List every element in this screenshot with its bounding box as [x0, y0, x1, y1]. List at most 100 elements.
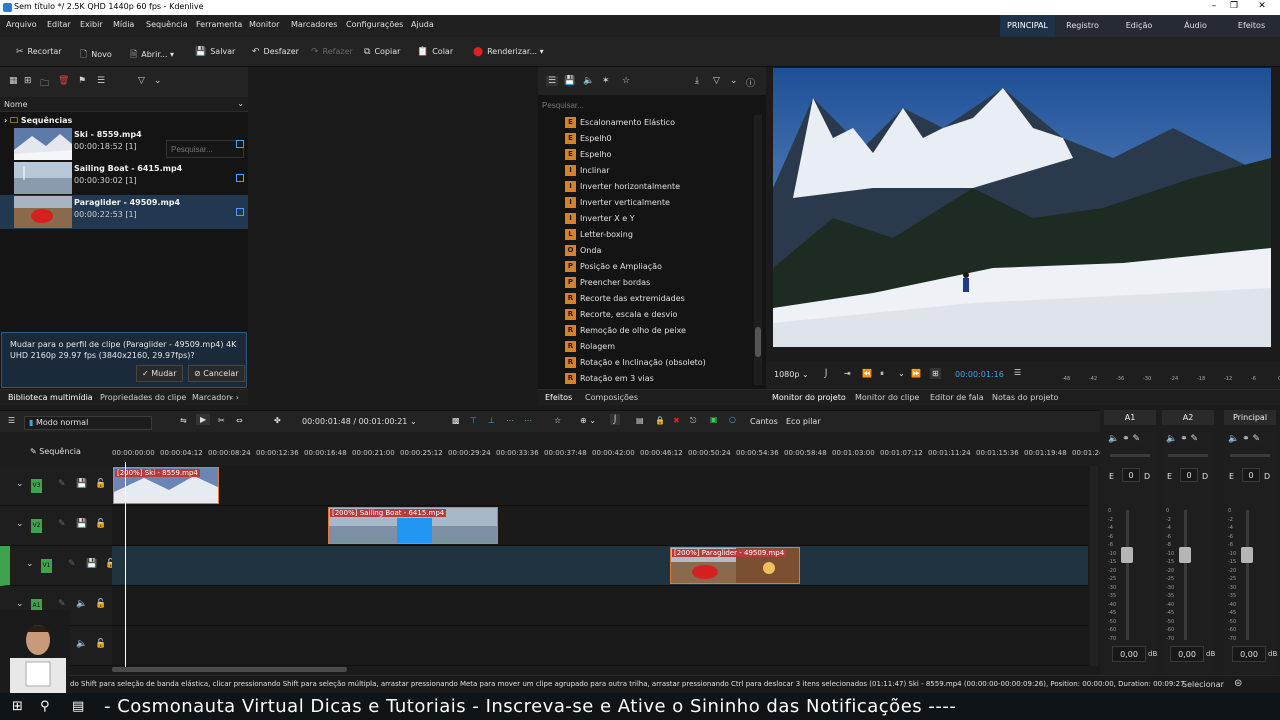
- tag-icon[interactable]: ⚑: [78, 76, 86, 86]
- effect-item[interactable]: R Rotação em 3 vias: [562, 371, 748, 387]
- track-name[interactable]: V2: [31, 519, 42, 533]
- menu-markers[interactable]: Marcadores: [291, 20, 337, 29]
- add-clip-icon[interactable]: ⊞: [24, 76, 32, 86]
- mixer-tools-icon[interactable]: 🔈 ⚭ ✎: [1108, 434, 1140, 444]
- track-lane-v3[interactable]: [112, 466, 1088, 506]
- cancel-profile-button[interactable]: ⊘ Cancelar: [188, 365, 245, 382]
- chevron-down-icon[interactable]: ⌄: [26, 559, 34, 569]
- track-header-v2[interactable]: ⌄ V2 ✎ 💾 🔓: [0, 506, 112, 546]
- speaker-icon[interactable]: 🔈: [76, 599, 87, 609]
- effect-item[interactable]: I Inverter X e Y: [562, 211, 748, 227]
- track-lane-v1[interactable]: [112, 546, 1088, 586]
- volume-fader-knob[interactable]: [1121, 547, 1133, 563]
- monitor-video-frame[interactable]: [773, 68, 1271, 347]
- close-icon[interactable]: ✕: [1252, 1, 1272, 11]
- effects-pen-icon[interactable]: ✎: [58, 519, 66, 529]
- delete-icon[interactable]: 🗑: [58, 76, 69, 86]
- chevron-down-icon[interactable]: ⌄: [16, 479, 24, 489]
- snap-icon[interactable]: ⊕ ⌄: [580, 416, 596, 425]
- timeline-ruler[interactable]: ✎ Sequência 00:00:00:00 00:00:04:12 00:00:…: [0, 442, 1110, 466]
- chevron-down-icon[interactable]: ⌄: [237, 99, 244, 108]
- razor-tool-icon[interactable]: ✂: [218, 416, 225, 425]
- layout-logging[interactable]: Registro: [1055, 15, 1110, 37]
- volume-fader-knob[interactable]: [1179, 547, 1191, 563]
- menu-file[interactable]: Arquivo: [6, 20, 37, 29]
- chevron-down-icon[interactable]: ⌄: [16, 519, 24, 529]
- save-button[interactable]: 💾 Salvar: [195, 47, 235, 57]
- effect-item[interactable]: E Escalonamento Elástico: [562, 115, 748, 131]
- timeline-scrollbar[interactable]: [112, 667, 347, 672]
- undo-button[interactable]: ↶ Desfazer: [252, 47, 299, 57]
- accept-profile-button[interactable]: ✓ Mudar: [136, 365, 183, 382]
- chevron-down-icon[interactable]: ⌄: [730, 76, 738, 86]
- subtitle-icon[interactable]: ▤: [636, 416, 644, 425]
- bin-menu-icon[interactable]: ▦: [9, 76, 18, 86]
- favorite-star-icon[interactable]: ☆: [554, 416, 561, 425]
- timeline-clip[interactable]: [200%] Paraglider - 49509.mp4: [670, 547, 800, 584]
- volume-fader-track[interactable]: [1126, 510, 1129, 640]
- mixer-icon[interactable]: ⌡: [610, 414, 621, 425]
- mixer-tools-icon[interactable]: 🔈 ⚭ ✎: [1228, 434, 1260, 444]
- edit-mode-select[interactable]: ▮ Modo normal: [24, 416, 152, 430]
- sequence-tab[interactable]: ✎ Sequência: [30, 447, 81, 456]
- gain-field[interactable]: 0: [1180, 468, 1198, 482]
- track-name[interactable]: V3: [31, 479, 42, 493]
- effect-item[interactable]: P Posição e Ampliação: [562, 259, 748, 275]
- append-icon[interactable]: ⋯: [524, 416, 532, 425]
- maximize-icon[interactable]: ❐: [1224, 1, 1244, 11]
- gain-field[interactable]: 0: [1242, 468, 1260, 482]
- volume-value[interactable]: 0,00: [1112, 646, 1146, 662]
- film-icon[interactable]: 💾: [76, 479, 87, 489]
- effect-item[interactable]: P Preencher bordas: [562, 275, 748, 291]
- gain-field[interactable]: 0: [1122, 468, 1140, 482]
- lock-icon[interactable]: 🔓: [95, 519, 106, 529]
- menu-edit[interactable]: Editar: [47, 20, 71, 29]
- audio-icon[interactable]: 🔈: [583, 76, 594, 86]
- play-forward-icon[interactable]: ⏩: [911, 369, 921, 378]
- effect-item[interactable]: I Inverter verticalmente: [562, 195, 748, 211]
- layout-principal[interactable]: PRINCIPAL: [1000, 15, 1055, 37]
- search-icon[interactable]: ⚲: [40, 699, 50, 714]
- tab-clip-properties[interactable]: Propriedades do clipe: [100, 393, 186, 402]
- chevron-down-icon[interactable]: ⌄: [154, 76, 162, 86]
- slip-tool-icon[interactable]: ✤: [274, 416, 281, 425]
- effect-item[interactable]: O Onda: [562, 243, 748, 259]
- balance-slider[interactable]: [1110, 454, 1150, 457]
- menu-monitor[interactable]: Monitor: [249, 20, 279, 29]
- mixer-tools-icon[interactable]: 🔈 ⚭ ✎: [1166, 434, 1198, 444]
- bin-clip-ski[interactable]: Ski - 8559.mp4 00:00:18:52 [1]: [0, 127, 248, 161]
- menu-view[interactable]: Exibir: [80, 20, 103, 29]
- chevron-down-icon[interactable]: ⌄: [16, 599, 24, 609]
- effect-item[interactable]: E Espelho: [562, 147, 748, 163]
- folder-icon[interactable]: 🗀: [40, 76, 49, 92]
- track-header-v3[interactable]: ⌄ V3 ✎ 💾 🔓: [0, 466, 112, 506]
- chevron-down-icon[interactable]: ⌄: [898, 369, 905, 378]
- effect-item[interactable]: R Recorte das extremidades: [562, 291, 748, 307]
- corners-button[interactable]: Cantos: [750, 417, 778, 426]
- effects-pen-icon[interactable]: ✎: [68, 559, 76, 569]
- scrollbar-thumb[interactable]: [755, 327, 761, 357]
- pause-icon[interactable]: ⏸: [880, 369, 884, 379]
- cut-button[interactable]: ✂ Recortar: [16, 47, 62, 57]
- menu-sequence[interactable]: Sequência: [146, 20, 188, 29]
- windows-start-icon[interactable]: ⊞: [12, 699, 23, 714]
- select-mode-label[interactable]: Selecionar: [1182, 680, 1224, 689]
- track-lane-v2[interactable]: [112, 506, 1088, 546]
- overwrite-icon[interactable]: ⋯: [506, 416, 514, 425]
- tab-media-library[interactable]: Biblioteca multimídia: [8, 393, 93, 402]
- menu-tool[interactable]: Ferramenta: [196, 20, 242, 29]
- select-tool-icon[interactable]: ▶: [196, 414, 211, 425]
- lock-icon[interactable]: 🔓: [95, 479, 106, 489]
- volume-value[interactable]: 0,00: [1170, 646, 1204, 662]
- extract-icon[interactable]: ⊥: [488, 416, 495, 425]
- filter-icon[interactable]: ▽: [713, 76, 720, 86]
- effect-item[interactable]: E Espelh0: [562, 131, 748, 147]
- zoom-fit-icon[interactable]: ⊜: [1234, 678, 1242, 689]
- tab-effects[interactable]: Efeitos: [545, 393, 572, 402]
- menu-settings[interactable]: Configurações: [346, 20, 403, 29]
- tab-project-monitor[interactable]: Monitor do projeto: [772, 393, 846, 402]
- tab-clip-monitor[interactable]: Monitor do clipe: [855, 393, 919, 402]
- effects-search-input[interactable]: [538, 96, 766, 114]
- download-icon[interactable]: ⤓: [695, 76, 699, 86]
- effect-item[interactable]: L Letter-boxing: [562, 227, 748, 243]
